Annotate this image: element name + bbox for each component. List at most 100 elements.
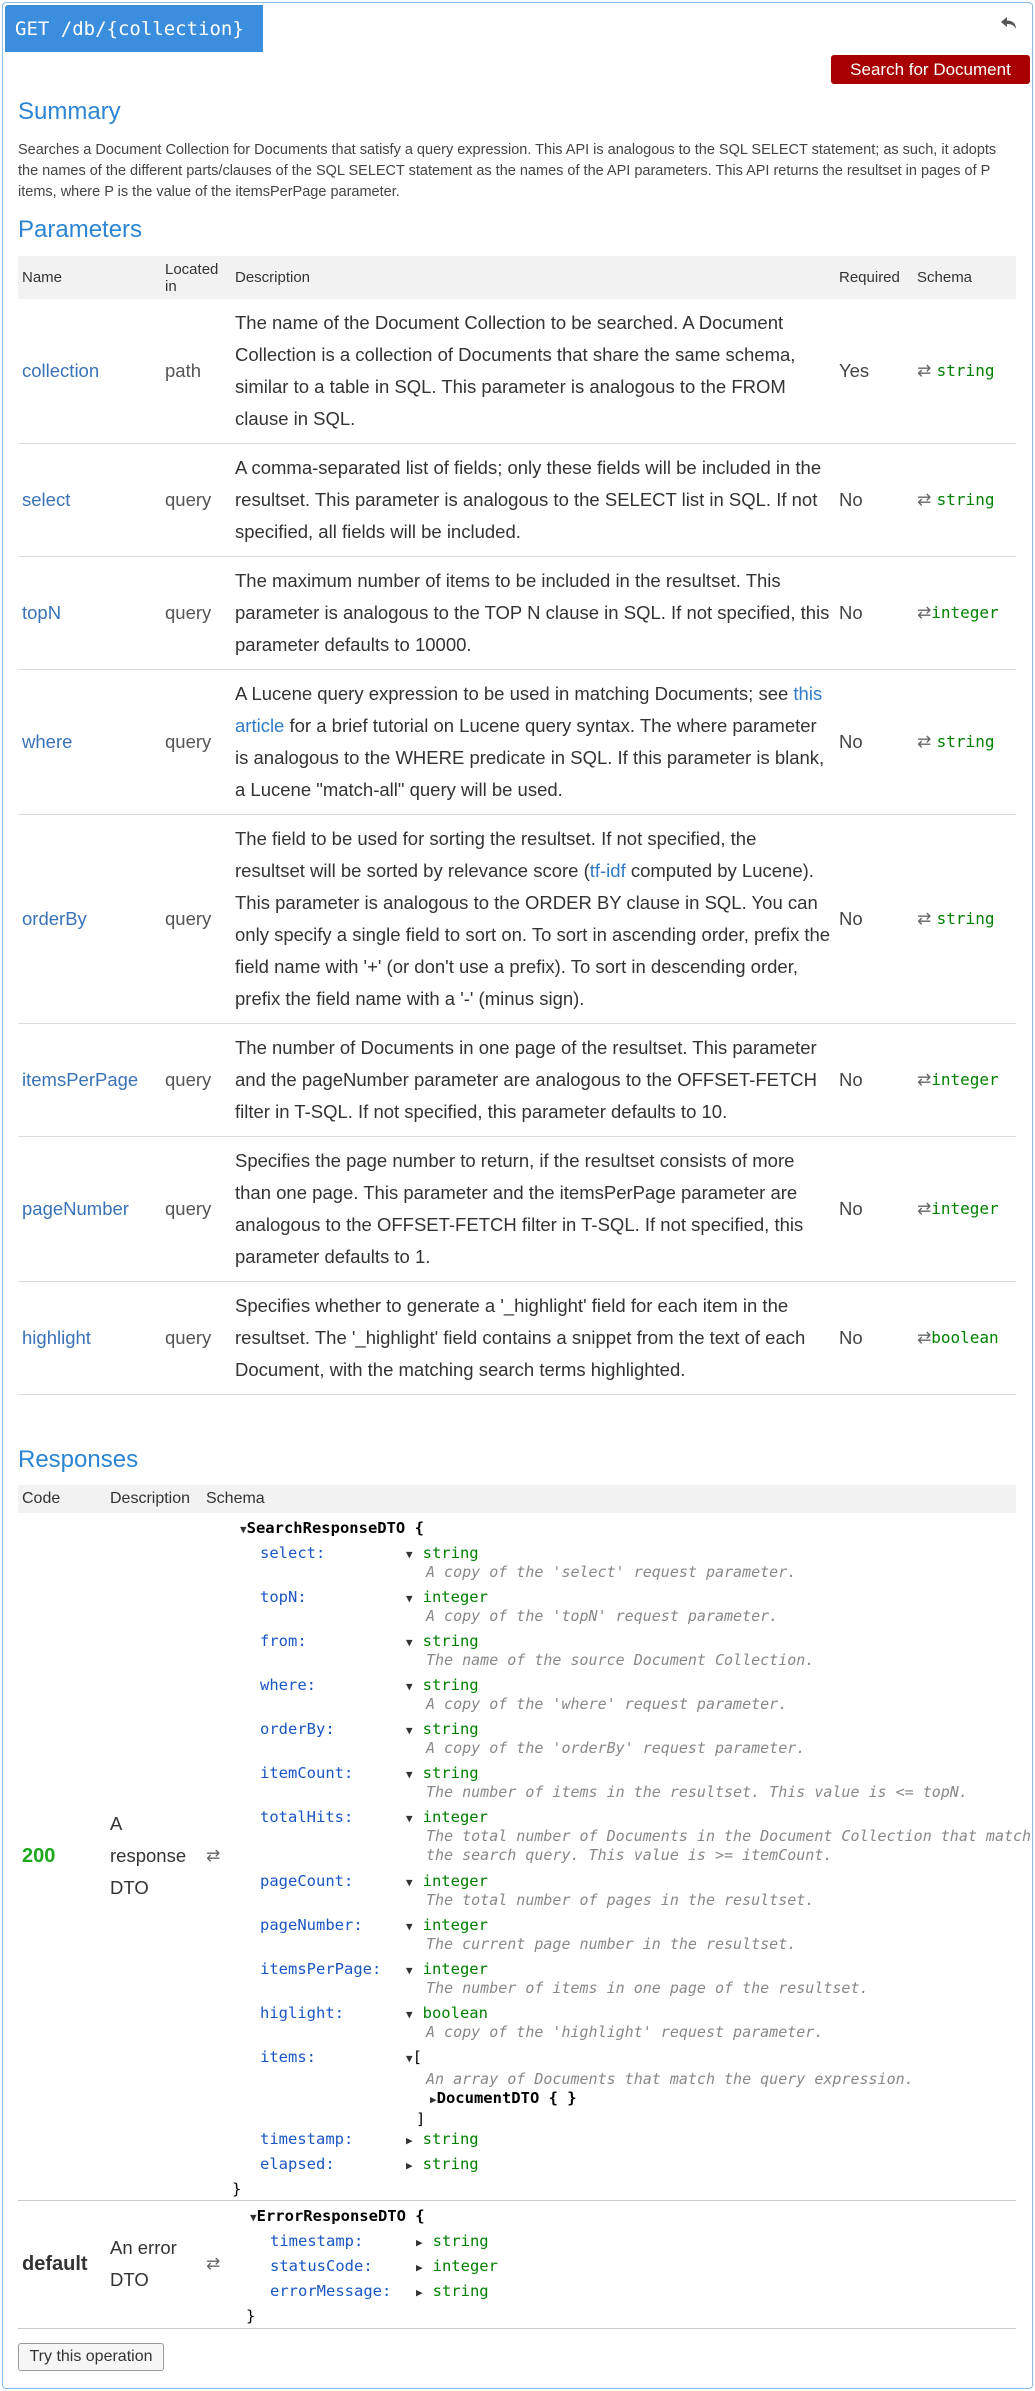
swap-arrows-icon[interactable]: ⇄ [917, 732, 937, 752]
items-open[interactable]: ▼[ [406, 2048, 422, 2066]
endpoint-path[interactable]: GET /db/{collection} [5, 5, 263, 52]
tf-idf-link[interactable]: tf-idf [590, 860, 626, 881]
model-header[interactable]: ▼SearchResponseDTO { [236, 1519, 1012, 1544]
param-location: path [161, 299, 231, 444]
swap-arrows-icon[interactable]: ⇄ [917, 361, 937, 381]
model-property: statusCode: ▶ integer [246, 2257, 1012, 2282]
parameters-table: Name Located in Description Required Sch… [18, 256, 1016, 1395]
caret-down-icon[interactable]: ▼ [406, 1812, 413, 1825]
caret-right-icon[interactable]: ▶ [406, 2134, 413, 2147]
param-required: No [835, 1136, 913, 1282]
swap-arrows-icon[interactable]: ⇄ [206, 1846, 220, 1866]
prop-type[interactable]: ▼ integer [406, 1872, 488, 1890]
model-property: itemCount: ▼ string The number of items in … [236, 1764, 1012, 1808]
parameters-header-row: Name Located in Description Required Sch… [18, 256, 1016, 299]
param-location: query [161, 1136, 231, 1282]
model-property: orderBy: ▼ string A copy of the 'orderBy' r… [236, 1720, 1012, 1764]
type-name: integer [422, 1588, 488, 1606]
type-name: string [432, 2281, 489, 2300]
model-property: pageNumber: ▼ integer The current page numb… [236, 1916, 1012, 1960]
caret-down-icon[interactable]: ▼ [406, 1964, 413, 1977]
prop-type[interactable]: ▶ string [406, 2130, 479, 2148]
desc-text: A Lucene query expression to be used in … [235, 683, 794, 704]
param-row: orderBy query The field to be used for s… [18, 814, 1016, 1024]
prop-type[interactable]: ▶ string [406, 2155, 479, 2173]
param-description: The maximum number of items to be includ… [231, 556, 835, 670]
param-name[interactable]: pageNumber [18, 1136, 161, 1282]
swap-arrows-icon[interactable]: ⇄ [917, 1070, 931, 1090]
model-property: timestamp: ▶ string [236, 2130, 1012, 2155]
swap-arrows-icon[interactable]: ⇄ [917, 1199, 931, 1219]
error-response-model: ▼ErrorResponseDTO { timestamp: ▶ string sta… [236, 2207, 1012, 2325]
caret-right-icon[interactable]: ▶ [416, 2236, 423, 2249]
prop-type[interactable]: ▼ string [406, 1676, 479, 1694]
caret-right-icon[interactable]: ▶ [406, 2159, 413, 2172]
caret-down-icon[interactable]: ▼ [406, 2008, 413, 2021]
items-sub-model[interactable]: ▶DocumentDTO { } [430, 2089, 577, 2108]
param-schema: ⇄integer [913, 556, 1016, 670]
param-name[interactable]: highlight [18, 1281, 161, 1395]
parameters-heading: Parameters [18, 216, 143, 243]
prop-desc: The name of the source Document Collecti… [426, 1651, 815, 1669]
swap-arrows-icon[interactable]: ⇄ [206, 2254, 220, 2274]
prop-desc: A copy of the 'where' request parameter. [426, 1695, 788, 1713]
prop-type[interactable]: ▼ integer [406, 1588, 488, 1606]
caret-right-icon[interactable]: ▶ [416, 2286, 423, 2299]
prop-type[interactable]: ▼ integer [406, 1808, 488, 1826]
swap-arrows-icon[interactable]: ⇄ [917, 603, 931, 623]
prop-type[interactable]: ▼ string [406, 1720, 479, 1738]
param-description: A comma-separated list of fields; only t… [231, 443, 835, 557]
prop-desc: An array of Documents that match the que… [426, 2070, 914, 2088]
caret-down-icon[interactable]: ▼ [406, 1636, 413, 1649]
param-row: topN query The maximum number of items t… [18, 556, 1016, 670]
caret-right-icon[interactable]: ▶ [430, 2093, 437, 2106]
items-property: items: ▼[ An array of Documents that mat… [236, 2048, 1012, 2130]
caret-down-icon[interactable]: ▼ [250, 2211, 257, 2224]
swap-arrows-icon[interactable]: ⇄ [917, 490, 937, 510]
param-location: query [161, 1281, 231, 1395]
prop-type[interactable]: ▼ string [406, 1764, 479, 1782]
response-code: 200 [18, 1513, 106, 2201]
param-row: highlight query Specifies whether to gen… [18, 1281, 1016, 1395]
param-name[interactable]: select [18, 443, 161, 557]
type-name: string [422, 1544, 479, 1562]
try-operation-button[interactable]: Try this operation [18, 2343, 164, 2371]
caret-down-icon[interactable]: ▼ [406, 1592, 413, 1605]
prop-type[interactable]: ▼ string [406, 1632, 479, 1650]
caret-down-icon[interactable]: ▼ [406, 1768, 413, 1781]
col-located-in: Located in [161, 256, 231, 299]
swap-arrows-icon[interactable]: ⇄ [917, 909, 937, 929]
type-name: integer [422, 1808, 488, 1826]
caret-right-icon[interactable]: ▶ [416, 2261, 423, 2274]
caret-down-icon[interactable]: ▼ [406, 1920, 413, 1933]
caret-down-icon[interactable]: ▼ [406, 1724, 413, 1737]
prop-type[interactable]: ▼ string [406, 1544, 479, 1562]
param-name[interactable]: topN [18, 556, 161, 670]
search-for-document-button[interactable]: Search for Document [831, 55, 1030, 84]
param-name[interactable]: collection [18, 299, 161, 444]
caret-down-icon[interactable]: ▼ [406, 1876, 413, 1889]
prop-type[interactable]: ▶ integer [416, 2257, 498, 2275]
param-name[interactable]: itemsPerPage [18, 1023, 161, 1137]
type-name: string [422, 2130, 479, 2148]
model-property: itemsPerPage: ▼ integer The number of items… [236, 1960, 1012, 2004]
prop-type[interactable]: ▶ string [416, 2232, 489, 2250]
prop-type[interactable]: ▼ integer [406, 1960, 488, 1978]
caret-down-icon[interactable]: ▼ [406, 1680, 413, 1693]
prop-type[interactable]: ▼ boolean [406, 2004, 488, 2022]
desc-text: computed by Lucene). This parameter is a… [235, 860, 831, 1009]
caret-down-icon[interactable]: ▼ [406, 2052, 413, 2065]
param-required: No [835, 814, 913, 1024]
prop-name: timestamp: [260, 2130, 354, 2148]
model-header[interactable]: ▼ErrorResponseDTO { [246, 2207, 1012, 2232]
prop-type[interactable]: ▶ string [416, 2282, 489, 2300]
caret-down-icon[interactable]: ▼ [406, 1548, 413, 1561]
back-arrow-icon[interactable] [998, 13, 1020, 35]
prop-type[interactable]: ▼ integer [406, 1916, 488, 1934]
caret-down-icon[interactable]: ▼ [240, 1523, 247, 1536]
swap-arrows-icon[interactable]: ⇄ [917, 1328, 931, 1348]
param-schema: ⇄ string [913, 299, 1016, 444]
param-name[interactable]: orderBy [18, 814, 161, 1024]
param-name[interactable]: where [18, 669, 161, 815]
prop-desc: A copy of the 'highlight' request parame… [426, 2023, 824, 2041]
